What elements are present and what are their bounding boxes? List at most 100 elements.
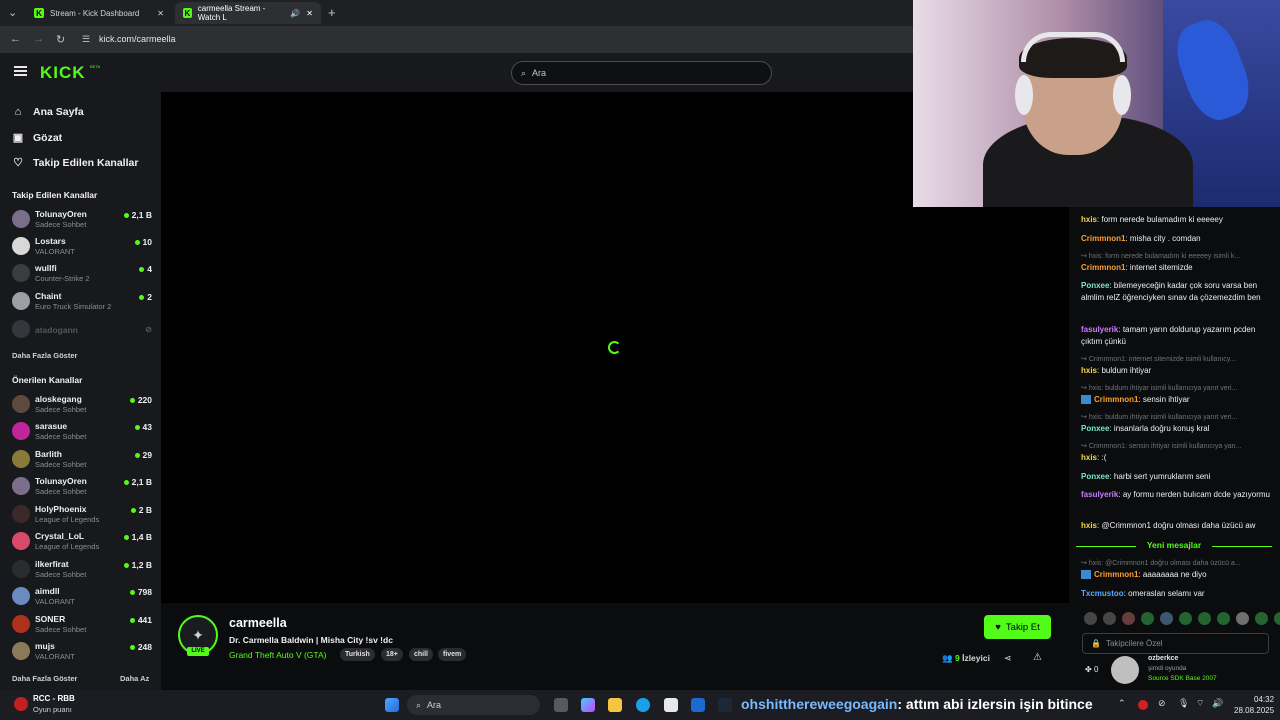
show-less-button[interactable]: Daha Az (120, 674, 149, 683)
chat-text: @Crimmnon1 doğru olması daha üzücü aw (1101, 521, 1256, 530)
chat-username[interactable]: hxis (1081, 366, 1097, 375)
sidebar-channel-mujs[interactable]: mujs VALORANT 248 (12, 639, 152, 665)
chat-message: Crimmnon1: internet sitemizde (1081, 263, 1193, 272)
emote-icon[interactable] (1122, 612, 1135, 625)
back-icon[interactable]: ← (10, 33, 21, 45)
chat-username[interactable]: hxis (1081, 215, 1097, 224)
nav-home[interactable]: ⌂ Ana Sayfa (12, 106, 84, 118)
steam-icon[interactable] (718, 698, 732, 712)
chat-input[interactable]: 🔒 Takipcilere Özel (1082, 633, 1269, 654)
chat-username[interactable]: Crimmnon1 (1081, 263, 1125, 272)
emote-icon[interactable] (1179, 612, 1192, 625)
chat-username[interactable]: Txcmustoo (1081, 589, 1124, 598)
close-tab-icon[interactable]: ✕ (306, 9, 313, 18)
volume-icon[interactable]: 🔊 (1212, 698, 1223, 709)
wifi-icon[interactable]: ⌔ (1196, 698, 1204, 709)
tray-app-icon[interactable]: ⊘ (1158, 698, 1166, 709)
tray-chevron-icon[interactable]: ⌃ (1118, 698, 1126, 709)
search-input[interactable]: ⌕ Ara (511, 61, 772, 85)
sidebar-channel-lostars[interactable]: Lostars VALORANT 10 (12, 234, 152, 260)
chat-username[interactable]: hxis (1081, 453, 1097, 462)
edge-icon[interactable] (636, 698, 650, 712)
streamer-name[interactable]: carmeella (229, 616, 287, 630)
windows-start-icon[interactable] (385, 698, 399, 712)
url-input[interactable]: kick.com/carmeella (99, 34, 176, 44)
chat-message: Crimmnon1: aaaaaaaa ne diyo (1081, 569, 1273, 581)
chat-reply-preview[interactable]: ↪ hxis: form nerede bulamadım ki eeeeey … (1081, 252, 1273, 260)
tag-chill[interactable]: chill (409, 648, 434, 661)
stream-category-link[interactable]: Grand Theft Auto V (GTA) (229, 650, 326, 660)
close-tab-icon[interactable]: ✕ (157, 9, 164, 18)
show-more-followed-button[interactable]: Daha Fazla Göster (12, 351, 77, 360)
tab-carmeella-stream[interactable]: K carmeella Stream - Watch L 🔊 ✕ (175, 2, 321, 24)
chat-reply-preview[interactable]: ↪ hxis: buldum ihtiyar isimli kullanıcıy… (1081, 413, 1273, 421)
kick-logo[interactable]: KICK (40, 63, 86, 83)
nav-following[interactable]: ♡ Takip Edilen Kanallar (12, 156, 138, 170)
menu-icon[interactable] (14, 66, 27, 76)
chat-username[interactable]: Crimmnon1 (1081, 234, 1125, 243)
kick-favicon-icon: K (34, 8, 44, 18)
tag-18plus[interactable]: 18+ (381, 648, 403, 661)
chat-username[interactable]: Ponxee (1081, 424, 1109, 433)
emote-icon[interactable] (1103, 612, 1116, 625)
microphone-icon[interactable]: 🎙 (1178, 698, 1189, 709)
emote-icon[interactable] (1255, 612, 1268, 625)
emote-icon[interactable] (1084, 612, 1097, 625)
forward-icon[interactable]: → (33, 33, 44, 45)
tag-turkish[interactable]: Turkish (340, 648, 375, 661)
store-icon[interactable] (664, 698, 678, 712)
headphone-left (1015, 75, 1033, 115)
tab-kick-dashboard[interactable]: K Stream - Kick Dashboard ✕ (26, 2, 172, 24)
chat-username[interactable]: Ponxee (1081, 472, 1109, 481)
chat-username[interactable]: Ponxee (1081, 281, 1109, 290)
sidebar-channel-atadogann[interactable]: atadogann ⊘ (12, 320, 152, 346)
search-icon: ⌕ (521, 67, 527, 78)
file-explorer-icon[interactable] (608, 698, 622, 712)
tray-app-icon[interactable] (1138, 700, 1148, 710)
copilot-icon[interactable] (581, 698, 595, 712)
chat-reply-preview[interactable]: ↪ Crimmnon1: sensin ihtiyar isimli kulla… (1081, 442, 1273, 450)
sidebar-channel-aimdll[interactable]: aimdll VALORANT 798 (12, 584, 152, 610)
chat-username[interactable]: Crimmnon1 (1094, 570, 1138, 579)
sidebar-channel-crystal-lol[interactable]: Crystal_LoL League of Legends 1,4 B (12, 529, 152, 555)
tag-fivem[interactable]: fivem (438, 648, 467, 661)
chat-username[interactable]: fasulyerik (1081, 325, 1118, 334)
sidebar-channel-aloskegang[interactable]: aloskegang Sadece Sohbet 220 (12, 392, 152, 418)
system-clock[interactable]: 04:32 28.08.2025 (1234, 694, 1274, 716)
sidebar-channel-sarasue[interactable]: sarasue Sadece Sohbet 43 (12, 419, 152, 445)
outlook-icon[interactable] (691, 698, 705, 712)
taskbar-search[interactable]: ⌕ Ara (407, 695, 540, 715)
emote-icon[interactable] (1236, 612, 1249, 625)
emote-icon[interactable] (1198, 612, 1211, 625)
sidebar-channel-holyphoenix[interactable]: HolyPhoenix League of Legends 2 B (12, 502, 152, 528)
emote-icon[interactable] (1160, 612, 1173, 625)
reload-icon[interactable]: ↻ (56, 33, 65, 46)
follow-button[interactable]: ♥ Takip Et (984, 615, 1051, 639)
sidebar-channel-wullfi[interactable]: wullfi Counter-Strike 2 4 (12, 261, 152, 287)
chat-reply-preview[interactable]: ↪ hxis: buldum ihtiyar isimli kullanıcıy… (1081, 384, 1273, 392)
nav-browse[interactable]: ▣ Gözat (12, 131, 62, 145)
sidebar-channel-tolunayoren[interactable]: TolunayOren Sadece Sohbet 2,1 B (12, 474, 152, 500)
report-icon[interactable]: ⚠ (1033, 652, 1042, 663)
chat-reply-preview[interactable]: ↪ hxis: @Crimmnon1 doğru olması daha üzü… (1081, 559, 1273, 567)
show-more-recommended-button[interactable]: Daha Fazla Göster (12, 674, 77, 683)
tab-list-icon[interactable]: ⌄ (8, 6, 17, 19)
chat-username[interactable]: hxis (1081, 521, 1097, 530)
sidebar-channel-soner[interactable]: SONER Sadece Sohbet 441 (12, 612, 152, 638)
emote-icon[interactable] (1217, 612, 1230, 625)
new-tab-icon[interactable]: + (328, 5, 336, 20)
audio-icon[interactable]: 🔊 (290, 9, 300, 18)
channel-points[interactable]: ✤ 0 (1085, 665, 1098, 674)
emote-icon[interactable] (1274, 612, 1280, 625)
site-settings-icon[interactable]: ☰ (82, 34, 90, 45)
chat-username[interactable]: Crimmnon1 (1094, 395, 1138, 404)
share-icon[interactable]: ⋖ (1004, 653, 1012, 664)
sidebar-channel-ilkerfirat[interactable]: ilkerfirat Sadece Sohbet 1,2 B (12, 557, 152, 583)
sidebar-channel-tolunayoren[interactable]: TolunayOren Sadece Sohbet 2,1 B (12, 207, 152, 233)
task-view-icon[interactable] (554, 698, 568, 712)
chat-username[interactable]: fasulyerik (1081, 490, 1118, 499)
sidebar-channel-barlith[interactable]: Barlith Sadece Sohbet 29 (12, 447, 152, 473)
chat-reply-preview[interactable]: ↪ Crimmnon1: internet sitemizde isimli k… (1081, 355, 1273, 363)
sidebar-channel-chaint[interactable]: Chaint Euro Truck Simulator 2 2 (12, 289, 152, 315)
emote-icon[interactable] (1141, 612, 1154, 625)
